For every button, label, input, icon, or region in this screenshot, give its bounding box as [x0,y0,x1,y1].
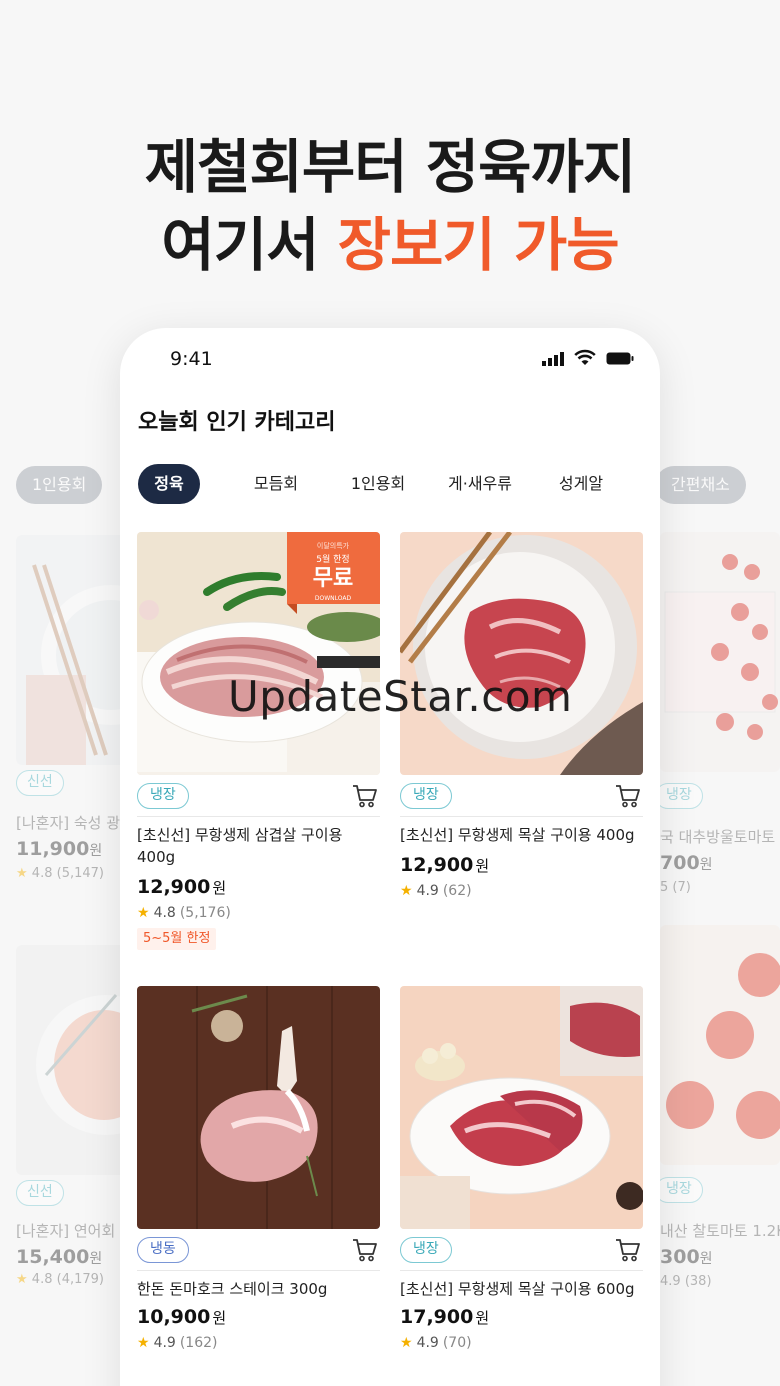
ghost-product-rating: 5 (7) [660,880,691,895]
promo-overlay-small: 5월 한정 [316,553,349,565]
promo-overlay-big: 무료 [313,566,353,591]
storage-badge: 냉장 [400,783,452,809]
ghost-product-name: 국 대추방울토마토 [660,828,776,846]
star-icon: ★ [16,866,28,881]
ghost-product-price: 11,900원 [16,838,103,860]
ghost-badge: 냉장 [655,783,703,809]
star-icon: ★ [400,883,413,899]
watermark-text: UpdateStar.com [228,672,573,721]
tab-assorted-sashimi[interactable]: 모듬회 [234,464,318,504]
ghost-product-name: [나혼자] 연어회 ( [16,1222,126,1240]
product-name[interactable]: 한돈 돈마호크 스테이크 300g [137,1278,380,1300]
cart-icon[interactable] [352,784,378,808]
product-card[interactable]: 이달의특가 5월 한정 무료 DOWNLOAD 냉장 [초신선] 무항생제 삼겹… [137,532,380,950]
headline-line-2: 여기서 장보기 가능 [0,206,780,284]
tab-meat[interactable]: 정육 [138,464,200,504]
ghost-badge: 신선 [16,1180,64,1206]
ghost-product-price: 15,400원 [16,1246,103,1268]
ghost-product-name: 내산 찰토마토 1.2K [660,1222,780,1240]
ghost-badge: 냉장 [655,1177,703,1203]
headline-accent: 장보기 가능 [337,211,620,279]
cart-icon[interactable] [615,784,641,808]
product-card[interactable]: 냉장 [초신선] 무항생제 목살 구이용 400g 12,900 원 ★ 4.9 (6… [400,532,643,899]
product-name[interactable]: [초신선] 무항생제 목살 구이용 600g [400,1278,643,1300]
product-price: 12,900 원 [400,854,490,876]
svg-text:이달의특가: 이달의특가 [317,541,350,550]
ghost-product-rating: ★ 4.8 (4,179) [16,1272,104,1287]
status-bar: 9:41 [120,328,660,390]
product-image[interactable] [137,986,380,1229]
divider [137,1270,380,1271]
ghost-product-image [660,925,780,1165]
storage-badge: 냉장 [137,783,189,809]
ghost-product-price: 700원 [660,852,713,874]
status-time: 9:41 [170,348,213,370]
page-title: 오늘회 인기 카테고리 [138,410,336,435]
product-image[interactable] [400,532,643,775]
ghost-product-rating: 4.9 (38) [660,1274,712,1289]
product-image[interactable] [400,986,643,1229]
phone-screen: 9:41 오늘회 인기 카테고리 정육 모듬회 1인용회 게·새우류 성게알 이… [120,328,660,1386]
promo-overlay-sub: DOWNLOAD [315,595,352,602]
ghost-product-rating: ★ 4.8 (5,147) [16,866,104,881]
ghost-product-price: 300원 [660,1246,713,1268]
ghost-product-image [660,532,780,772]
tab-sea-urchin[interactable]: 성게알 [536,464,626,504]
star-icon: ★ [16,1272,28,1287]
product-card[interactable]: 냉장 [초신선] 무항생제 목살 구이용 600g 17,900 원 ★ 4.9 (7… [400,986,643,1351]
cart-icon[interactable] [352,1238,378,1262]
storage-badge: 냉동 [137,1237,189,1263]
product-rating: ★ 4.9 (70) [400,1335,472,1351]
product-price: 10,900 원 [137,1306,227,1328]
headline-line-2-prefix: 여기서 [161,211,338,279]
product-image[interactable]: 이달의특가 5월 한정 무료 DOWNLOAD [137,532,380,775]
divider [400,816,643,817]
product-price: 12,900 원 [137,876,227,898]
product-name[interactable]: [초신선] 무항생제 삼겹살 구이용 400g [137,824,380,868]
product-rating: ★ 4.8 (5,176) [137,905,231,921]
divider [137,816,380,817]
ghost-category-chip: 간편채소 [655,466,746,504]
category-tabs: 정육 모듬회 1인용회 게·새우류 성게알 [138,464,658,504]
storage-badge: 냉장 [400,1237,452,1263]
promo-headline: 제철회부터 정육까지 여기서 장보기 가능 [0,128,780,284]
headline-line-1: 제철회부터 정육까지 [144,133,636,201]
ghost-category-chip: 1인용회 [16,466,103,504]
star-icon: ★ [137,1335,150,1351]
tab-crab-shrimp[interactable]: 게·새우류 [430,464,530,504]
ghost-product-name: [나혼자] 숙성 광어 [16,814,134,832]
divider [400,1270,643,1271]
tab-single-sashimi[interactable]: 1인용회 [328,464,428,504]
star-icon: ★ [137,905,150,921]
product-name[interactable]: [초신선] 무항생제 목살 구이용 400g [400,824,643,846]
wifi-icon [574,349,596,365]
cart-icon[interactable] [615,1238,641,1262]
ghost-badge: 신선 [16,770,64,796]
product-card[interactable]: 냉동 한돈 돈마호크 스테이크 300g 10,900 원 ★ 4.9 (162) [137,986,380,1351]
cellular-signal-icon [542,352,564,366]
battery-icon [606,352,634,365]
star-icon: ★ [400,1335,413,1351]
ghost-product-image [16,535,126,765]
ghost-product-image [16,945,126,1175]
product-price: 17,900 원 [400,1306,490,1328]
promo-label: 5~5월 한정 [137,928,217,950]
product-rating: ★ 4.9 (162) [137,1335,218,1351]
product-rating: ★ 4.9 (62) [400,883,472,899]
